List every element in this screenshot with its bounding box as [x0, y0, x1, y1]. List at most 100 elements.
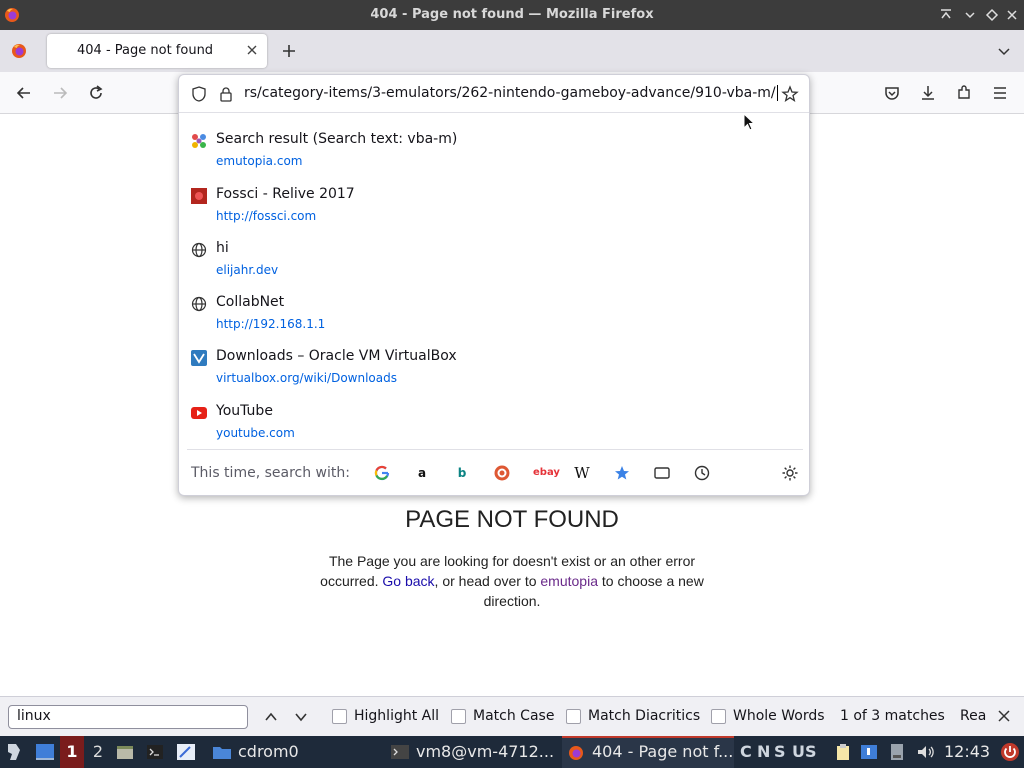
fossci-icon	[191, 188, 207, 204]
one-off-search-bar: This time, search with: a b ebay W	[187, 449, 803, 495]
page-title: PAGE NOT FOUND	[405, 506, 619, 533]
highlight-all-checkbox[interactable]: Highlight All	[332, 708, 440, 726]
lock-icon[interactable]	[219, 86, 233, 102]
search-settings-gear-icon[interactable]	[781, 464, 799, 482]
show-desktop-icon[interactable]	[34, 742, 56, 762]
maximize-icon[interactable]	[984, 7, 1000, 23]
menu-icon[interactable]	[991, 84, 1009, 102]
match-case-checkbox[interactable]: Match Case	[451, 708, 555, 726]
window-title: 404 - Page not found — Mozilla Firefox	[370, 7, 654, 22]
taskbar: 1 2 cdrom0 vm8@vm-4712... 404 - Page not…	[0, 736, 1024, 768]
whole-words-label: Whole Words	[733, 708, 825, 724]
tab-404[interactable]: 404 - Page not found	[47, 34, 267, 68]
suggestion-title: hi	[216, 240, 229, 256]
tab-close-icon[interactable]	[245, 43, 259, 57]
keep-above-icon[interactable]	[938, 7, 954, 23]
reload-icon[interactable]	[87, 84, 105, 102]
urlbar[interactable]: rs/category-items/3-emulators/262-ninten…	[179, 75, 809, 113]
virtualbox-icon	[191, 350, 207, 366]
terminal-task-label[interactable]: vm8@vm-4712...	[416, 736, 554, 768]
firefox-task-label: 404 - Page not f...	[592, 742, 734, 761]
volume-icon[interactable]	[916, 743, 936, 761]
suggestion-url: elijahr.dev	[216, 263, 279, 277]
extensions-icon[interactable]	[955, 84, 973, 102]
whole-words-checkbox[interactable]: Whole Words	[711, 708, 827, 726]
suggestion-item[interactable]: Downloads – Oracle VM VirtualBox virtual…	[179, 344, 809, 394]
suggestion-item[interactable]: Search result (Search text: vba-m) emuto…	[179, 127, 809, 177]
checkbox-box[interactable]	[332, 709, 347, 724]
emutopia-link[interactable]: emutopia	[540, 573, 598, 589]
suggestion-title: Fossci - Relive 2017	[216, 186, 355, 202]
app-menu-icon[interactable]	[4, 742, 26, 762]
tab-title: 404 - Page not found	[77, 43, 214, 58]
firefox-view-icon[interactable]	[11, 43, 27, 59]
tracking-protection-icon[interactable]	[191, 86, 207, 102]
clock[interactable]: 12:43	[944, 736, 990, 768]
url-text: rs/category-items/3-emulators/262-ninten…	[244, 85, 776, 101]
text-editor-icon[interactable]	[176, 743, 196, 761]
emutopia-icon	[192, 134, 206, 148]
ebay-icon[interactable]: ebay	[533, 464, 560, 482]
new-tab-icon[interactable]	[280, 42, 298, 60]
mouse-cursor-icon	[743, 113, 756, 131]
tray-s[interactable]: S	[774, 736, 786, 768]
window-titlebar: 404 - Page not found — Mozilla Firefox	[0, 0, 1024, 30]
match-diacritics-label: Match Diacritics	[588, 708, 701, 724]
workspace-1[interactable]: 1	[60, 736, 84, 768]
power-icon[interactable]	[1000, 742, 1020, 762]
bookmarks-icon[interactable]	[613, 464, 631, 482]
suggestion-title: Downloads – Oracle VM VirtualBox	[216, 348, 457, 364]
checkbox-box[interactable]	[711, 709, 726, 724]
bing-icon[interactable]: b	[453, 464, 471, 482]
url-input[interactable]: rs/category-items/3-emulators/262-ninten…	[244, 85, 778, 101]
downloads-icon[interactable]	[919, 84, 937, 102]
file-manager-icon[interactable]	[116, 743, 134, 761]
find-previous-icon[interactable]	[262, 708, 280, 726]
suggestion-url: youtube.com	[216, 426, 295, 440]
history-icon[interactable]	[693, 464, 711, 482]
suggestion-url: emutopia.com	[216, 154, 303, 168]
tray-c[interactable]: C	[740, 736, 752, 768]
error-message: The Page you are looking for doesn't exi…	[312, 551, 712, 611]
find-next-icon[interactable]	[292, 708, 310, 726]
find-input[interactable]: linux	[8, 705, 248, 729]
close-find-bar-icon[interactable]	[996, 708, 1012, 724]
tray-n[interactable]: N	[757, 736, 770, 768]
chevron-down-icon[interactable]	[996, 43, 1012, 59]
terminal-task-icon	[391, 745, 409, 759]
workspace-2[interactable]: 2	[88, 736, 108, 768]
urlbar-dropdown: rs/category-items/3-emulators/262-ninten…	[178, 74, 810, 496]
duckduckgo-icon[interactable]	[493, 464, 511, 482]
terminal-icon[interactable]	[146, 743, 164, 761]
go-back-link[interactable]: Go back	[382, 573, 434, 589]
forward-icon[interactable]	[51, 84, 69, 102]
firefox-task[interactable]: 404 - Page not f...	[562, 736, 734, 768]
find-bar: linux Highlight All Match Case Match Dia…	[0, 696, 1024, 736]
match-count: 1 of 3 matches	[840, 708, 945, 724]
google-icon[interactable]	[373, 464, 391, 482]
globe-icon	[191, 296, 207, 312]
globe-icon	[191, 242, 207, 258]
folder-task-label[interactable]: cdrom0	[238, 736, 299, 768]
minimize-icon[interactable]	[962, 7, 978, 23]
suggestion-item[interactable]: hi elijahr.dev	[179, 236, 809, 286]
text-caret	[776, 85, 778, 101]
suggestion-item[interactable]: CollabNet http://192.168.1.1	[179, 290, 809, 340]
pocket-icon[interactable]	[883, 84, 901, 102]
highlight-all-label: Highlight All	[354, 708, 440, 724]
tabs-icon[interactable]	[653, 464, 671, 482]
suggestion-item[interactable]: YouTube youtube.com	[179, 399, 809, 449]
keyboard-layout[interactable]: US	[792, 736, 817, 768]
bookmark-star-icon[interactable]	[781, 85, 799, 103]
clipboard-icon[interactable]	[834, 743, 852, 761]
wikipedia-icon[interactable]: W	[573, 464, 591, 482]
match-diacritics-checkbox[interactable]: Match Diacritics	[566, 708, 700, 726]
checkbox-box[interactable]	[451, 709, 466, 724]
back-icon[interactable]	[15, 84, 33, 102]
storage-icon[interactable]	[888, 743, 906, 761]
suggestion-item[interactable]: Fossci - Relive 2017 http://fossci.com	[179, 182, 809, 232]
checkbox-box[interactable]	[566, 709, 581, 724]
notification-icon[interactable]	[860, 743, 878, 761]
close-window-icon[interactable]	[1004, 7, 1020, 23]
amazon-icon[interactable]: a	[413, 464, 431, 482]
